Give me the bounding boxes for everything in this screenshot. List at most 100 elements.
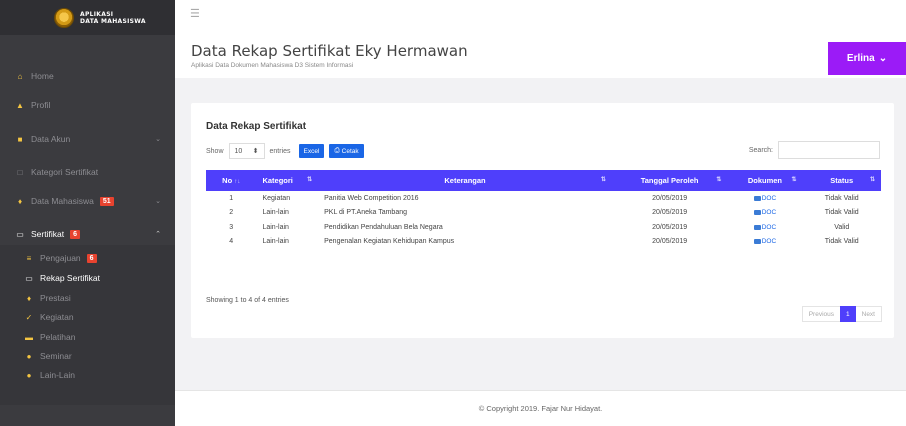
select-arrows-icon: ⬍ (252, 148, 259, 155)
table-row: 3 Lain-lain Pendidikan Pendahuluan Bela … (206, 220, 881, 235)
cell-dokumen: DOC (727, 235, 802, 250)
sort-icon: ⇅ (791, 177, 797, 183)
column-header-status[interactable]: Status ⇅ (802, 170, 881, 191)
square-icon: □ (17, 167, 23, 177)
brand-text: APLIKASI DATA MAHASISWA (80, 11, 146, 25)
cetak-label: Cetak (341, 147, 359, 155)
brand[interactable]: APLIKASI DATA MAHASISWA (0, 0, 175, 35)
sidebar-item-lain-lain[interactable]: ● Lain-Lain (0, 366, 175, 384)
cell-kategori: Kegiatan (262, 194, 291, 202)
graduation-icon: ▬ (25, 332, 33, 342)
image-icon (753, 239, 761, 245)
sidebar-item-label: Home (31, 71, 54, 81)
doc-link[interactable]: DOC (753, 224, 776, 231)
cell-keterangan: PKL di PT.Aneka Tambang (324, 209, 407, 217)
image-icon (753, 224, 761, 230)
column-label: Tanggal Peroleh (640, 176, 699, 185)
sidebar-item-label: Profil (31, 100, 51, 110)
card-title: Data Rekap Sertifikat (206, 121, 307, 132)
sidebar-item-prestasi[interactable]: ♦ Prestasi (0, 289, 175, 307)
doc-label: DOC (761, 238, 777, 246)
cell-keterangan: Panitia Web Competition 2016 (324, 194, 419, 202)
sidebar-item-profil[interactable]: ▲ Profil (0, 96, 175, 114)
sidebar-item-label: Kategori Sertifikat (31, 167, 99, 177)
entries-value: 10 (234, 147, 243, 155)
sidebar-item-label: Pelatihan (40, 332, 76, 342)
excel-button[interactable]: Excel (298, 144, 325, 158)
graduation-icon: ♦ (17, 196, 23, 206)
sidebar-item-label: Data Akun (31, 134, 71, 144)
entries-select[interactable]: 10 ⬍ (228, 143, 265, 159)
column-header-keterangan[interactable]: Keterangan ⇅ (318, 170, 612, 191)
check-icon: ✓ (25, 312, 33, 322)
user-name: Erlina (846, 53, 875, 64)
column-header-kategori[interactable]: Kategori ⇅ (256, 170, 318, 191)
list-icon: ≡ (26, 253, 32, 263)
cell-no: 4 (229, 238, 234, 246)
document-icon: ▭ (25, 273, 33, 283)
chevron-down-icon: ⌄ (878, 53, 888, 64)
cell-kategori: Lain-lain (262, 238, 289, 246)
sidebar-item-label: Seminar (40, 351, 72, 361)
sort-icon: ⇅ (307, 177, 313, 183)
sidebar-item-label: Pengajuan (40, 253, 81, 263)
sidebar-item-pengajuan[interactable]: ≡ Pengajuan 6 (0, 249, 175, 267)
sidebar-item-sertifikat[interactable]: ▭ Sertifikat 6 ⌃ (0, 225, 175, 243)
user-menu-button[interactable]: Erlina ⌄ (828, 42, 906, 75)
circle-icon: ● (26, 351, 32, 361)
sidebar-item-rekap-sertifikat[interactable]: ▭ Rekap Sertifikat (0, 269, 175, 287)
search-area: Search: (749, 141, 880, 159)
chevron-up-icon: ⌃ (155, 231, 161, 238)
database-icon: ■ (17, 134, 23, 144)
doc-link[interactable]: DOC (753, 209, 777, 217)
logo-icon (54, 7, 74, 28)
cell-tanggal: 20/05/2019 (652, 209, 688, 217)
pagination-next[interactable]: Next (856, 306, 881, 322)
count-badge: 51 (99, 196, 114, 206)
sidebar-item-label: Prestasi (40, 293, 71, 303)
cell-dokumen: DOC (727, 220, 802, 235)
column-label: Status (830, 176, 854, 185)
hamburger-menu-icon[interactable]: ☰ (190, 7, 200, 20)
sidebar-item-pelatihan[interactable]: ▬ Pelatihan (0, 328, 175, 346)
sort-icon: ⇅ (600, 177, 606, 183)
sidebar-item-home[interactable]: ⌂ Home (0, 67, 175, 85)
sidebar-item-data-akun[interactable]: ■ Data Akun ⌄ (0, 130, 175, 148)
copyright-text: © Copyright 2019. Fajar Nur Hidayat. (478, 404, 603, 413)
footer: © Copyright 2019. Fajar Nur Hidayat. (175, 390, 906, 426)
entries-label: entries (269, 147, 291, 155)
sidebar-item-label: Rekap Sertifikat (40, 273, 100, 283)
sidebar-item-kategori-sertifikat[interactable]: □ Kategori Sertifikat (0, 163, 175, 181)
count-badge: 6 (86, 253, 97, 263)
cell-tanggal: 20/05/2019 (652, 223, 688, 231)
column-header-tanggal[interactable]: Tanggal Peroleh ⇅ (612, 170, 727, 191)
column-header-no[interactable]: No ↑↓ (206, 170, 256, 191)
table-row: 4 Lain-lain Pengenalan Kegiatan Kehidupa… (206, 235, 881, 250)
image-icon (753, 195, 761, 201)
pagination-page-1[interactable]: 1 (840, 306, 856, 322)
cell-status: Tidak Valid (824, 194, 859, 202)
cetak-button[interactable]: ⎙ Cetak (329, 144, 364, 158)
table-header-row: No ↑↓ Kategori ⇅ Keterangan ⇅ Tanggal Pero… (206, 170, 881, 191)
brand-line-2: DATA MAHASISWA (80, 17, 146, 25)
doc-link[interactable]: DOC (753, 238, 777, 246)
home-icon: ⌂ (17, 71, 23, 81)
column-label: No (222, 176, 233, 185)
search-input[interactable] (778, 141, 880, 159)
column-header-dokumen[interactable]: Dokumen ⇅ (727, 170, 802, 191)
sidebar-item-seminar[interactable]: ● Seminar (0, 347, 175, 365)
rekap-table: No ↑↓ Kategori ⇅ Keterangan ⇅ Tanggal Pero… (206, 170, 881, 249)
page-subtitle: Aplikasi Data Dokumen Mahasiswa D3 Siste… (191, 62, 354, 69)
doc-label: DOC (761, 209, 777, 217)
trophy-icon: ♦ (26, 293, 32, 303)
search-label: Search: (748, 146, 773, 154)
chevron-down-icon: ⌄ (155, 198, 161, 205)
doc-link[interactable]: DOC (753, 195, 776, 202)
sort-icon: ⇅ (716, 177, 722, 183)
sidebar-item-kegiatan[interactable]: ✓ Kegiatan (0, 308, 175, 326)
cell-tanggal: 20/05/2019 (652, 238, 688, 246)
pagination-previous[interactable]: Previous (803, 306, 840, 322)
excel-label: Excel (303, 147, 320, 155)
sidebar-item-data-mahasiswa[interactable]: ♦ Data Mahasiswa 51 ⌄ (0, 192, 175, 210)
column-label: Keterangan (444, 176, 486, 185)
